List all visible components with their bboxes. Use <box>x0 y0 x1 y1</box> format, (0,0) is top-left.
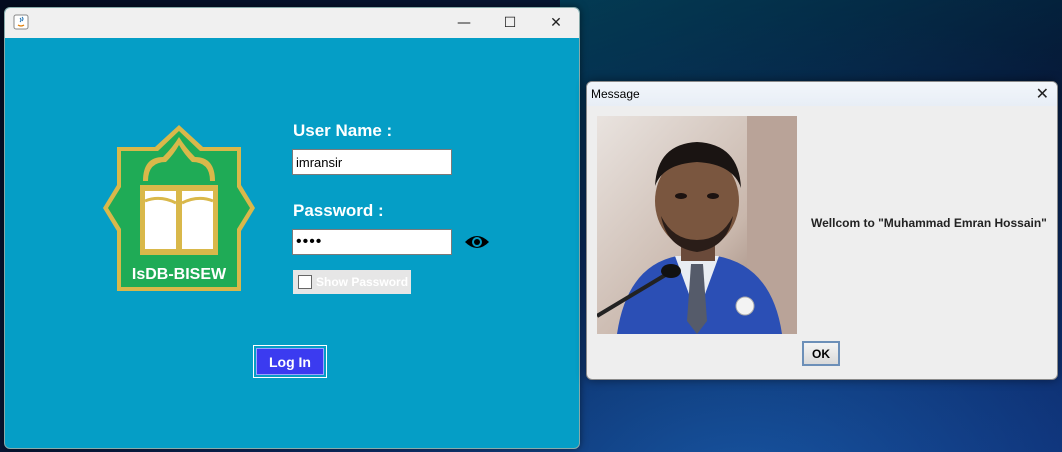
message-title: Message <box>591 87 640 101</box>
dialog-close-button[interactable]: ✕ <box>1036 84 1049 103</box>
username-label: User Name : <box>293 121 393 140</box>
login-button-label: Log In <box>256 348 324 375</box>
password-label: Password : <box>293 201 384 220</box>
ok-button[interactable]: OK <box>802 341 840 366</box>
password-input[interactable] <box>292 229 452 255</box>
maximize-button[interactable]: ☐ <box>487 8 533 38</box>
login-titlebar[interactable]: — ☐ ✕ <box>5 8 579 38</box>
message-titlebar[interactable]: Message ✕ <box>587 82 1057 106</box>
welcome-message: Wellcom to "Muhammad Emran Hossain" <box>811 216 1047 230</box>
minimize-button[interactable]: — <box>441 8 487 38</box>
show-password-checkbox[interactable]: Show Password <box>293 270 411 294</box>
message-dialog: Message ✕ Wellcom to "Muhammad Emran Hos… <box>586 81 1058 380</box>
logo-text: IsDB-BISEW <box>132 266 227 283</box>
username-input[interactable] <box>292 149 452 175</box>
close-button[interactable]: ✕ <box>533 8 579 38</box>
show-password-label: Show Password <box>316 275 409 289</box>
isdb-bisew-logo: IsDB-BISEW <box>103 125 255 291</box>
checkbox-square[interactable] <box>298 275 312 289</box>
eye-icon[interactable] <box>464 233 490 251</box>
profile-photo <box>597 116 797 334</box>
java-app-icon <box>13 14 29 30</box>
login-button[interactable]: Log In <box>253 345 327 378</box>
login-window: — ☐ ✕ IsDB-BISEW User Name : Password : … <box>4 7 580 449</box>
